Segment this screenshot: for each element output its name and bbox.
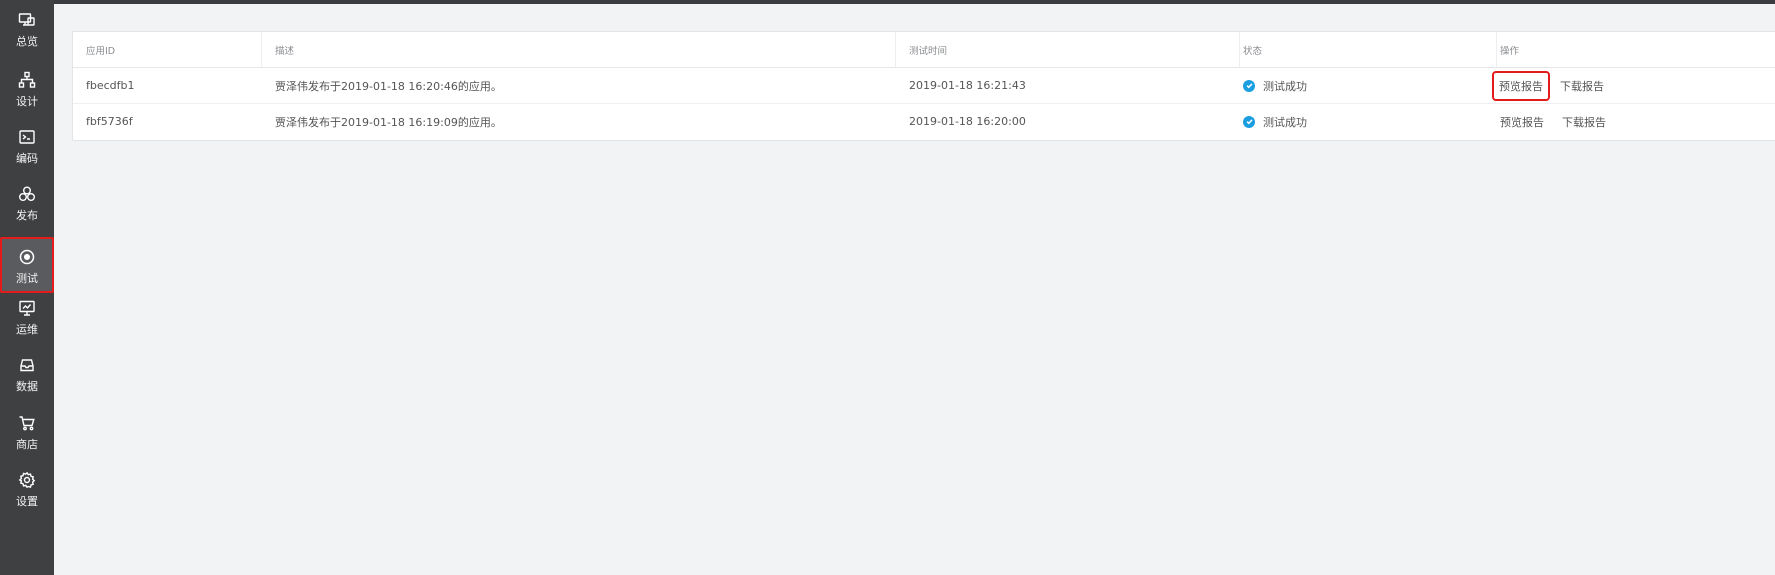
sidebar-item-label: 编码 — [16, 152, 38, 165]
sidebar-item-label: 数据 — [16, 380, 38, 393]
status-cell: 测试成功 — [1243, 68, 1483, 103]
sidebar-item-label: 设置 — [16, 495, 38, 508]
header-description: 描述 — [275, 45, 295, 57]
sidebar-item-label: 发布 — [16, 209, 38, 222]
database-icon — [17, 355, 37, 375]
check-circle-icon — [1243, 79, 1255, 92]
test-time-cell: 2019-01-18 16:21:43 — [909, 79, 1026, 92]
header-test-time: 测试时间 — [909, 45, 948, 57]
preview-report-button[interactable]: 预览报告 — [1492, 70, 1550, 101]
download-report-button[interactable]: 下载报告 — [1560, 78, 1604, 94]
column-divider — [1496, 32, 1497, 67]
app-id-cell: fbecdfb1 — [86, 79, 135, 92]
sidebar-item-testing[interactable]: 测试 — [0, 237, 54, 293]
status-text: 测试成功 — [1263, 115, 1307, 129]
description-cell: 贾泽伟发布于2019-01-18 16:20:46的应用。 — [275, 79, 502, 93]
monitor-icon — [17, 10, 37, 30]
sidebar-item-design[interactable]: 设计 — [0, 60, 54, 116]
status-cell: 测试成功 — [1243, 104, 1483, 139]
header-actions: 操作 — [1500, 45, 1520, 57]
sitemap-icon — [17, 70, 37, 90]
sidebar-item-label: 总览 — [16, 35, 38, 48]
sidebar-item-overview[interactable]: 总览 — [0, 0, 54, 56]
target-icon — [17, 247, 37, 267]
sidebar-item-label: 运维 — [16, 323, 38, 336]
actions-cell: 预览报告 下载报告 — [1492, 68, 1770, 103]
top-bar — [0, 0, 1775, 4]
sidebar-item-store[interactable]: 商店 — [0, 403, 54, 459]
column-divider — [1239, 32, 1240, 67]
circles-icon — [17, 184, 37, 204]
header-status: 状态 — [1243, 45, 1263, 57]
download-report-button[interactable]: 下载报告 — [1562, 114, 1606, 130]
column-divider — [895, 32, 896, 67]
sidebar: 总览 设计 编码 发布 测试 运维 数据 商店 设置 — [0, 0, 54, 575]
sidebar-item-label: 商店 — [16, 438, 38, 451]
sidebar-item-label: 测试 — [16, 272, 38, 285]
actions-cell: 预览报告 下载报告 — [1500, 104, 1770, 139]
description-cell: 贾泽伟发布于2019-01-18 16:19:09的应用。 — [275, 115, 502, 129]
table-header: 应用ID 描述 测试时间 状态 操作 — [73, 32, 1775, 68]
status-text: 测试成功 — [1263, 79, 1307, 93]
monitor-chart-icon — [17, 298, 37, 318]
test-time-cell: 2019-01-18 16:20:00 — [909, 115, 1026, 128]
header-app-id: 应用ID — [86, 45, 116, 57]
sidebar-item-operations[interactable]: 运维 — [0, 288, 54, 344]
sidebar-item-coding[interactable]: 编码 — [0, 117, 54, 173]
app-id-cell: fbf5736f — [86, 115, 133, 128]
terminal-icon — [17, 127, 37, 147]
cart-icon — [17, 413, 37, 433]
gear-icon — [17, 470, 37, 490]
sidebar-item-settings[interactable]: 设置 — [0, 460, 54, 516]
column-divider — [261, 32, 262, 67]
preview-report-button[interactable]: 预览报告 — [1494, 112, 1550, 132]
sidebar-item-label: 设计 — [16, 95, 38, 108]
table-row: fbecdfb1 贾泽伟发布于2019-01-18 16:20:46的应用。 2… — [73, 68, 1775, 104]
sidebar-item-release[interactable]: 发布 — [0, 174, 54, 230]
test-results-table: 应用ID 描述 测试时间 状态 操作 fbecdfb1 贾泽伟发布于2019-0… — [72, 31, 1775, 141]
check-circle-icon — [1243, 115, 1255, 128]
sidebar-item-data[interactable]: 数据 — [0, 345, 54, 401]
table-row: fbf5736f 贾泽伟发布于2019-01-18 16:19:09的应用。 2… — [73, 104, 1775, 139]
